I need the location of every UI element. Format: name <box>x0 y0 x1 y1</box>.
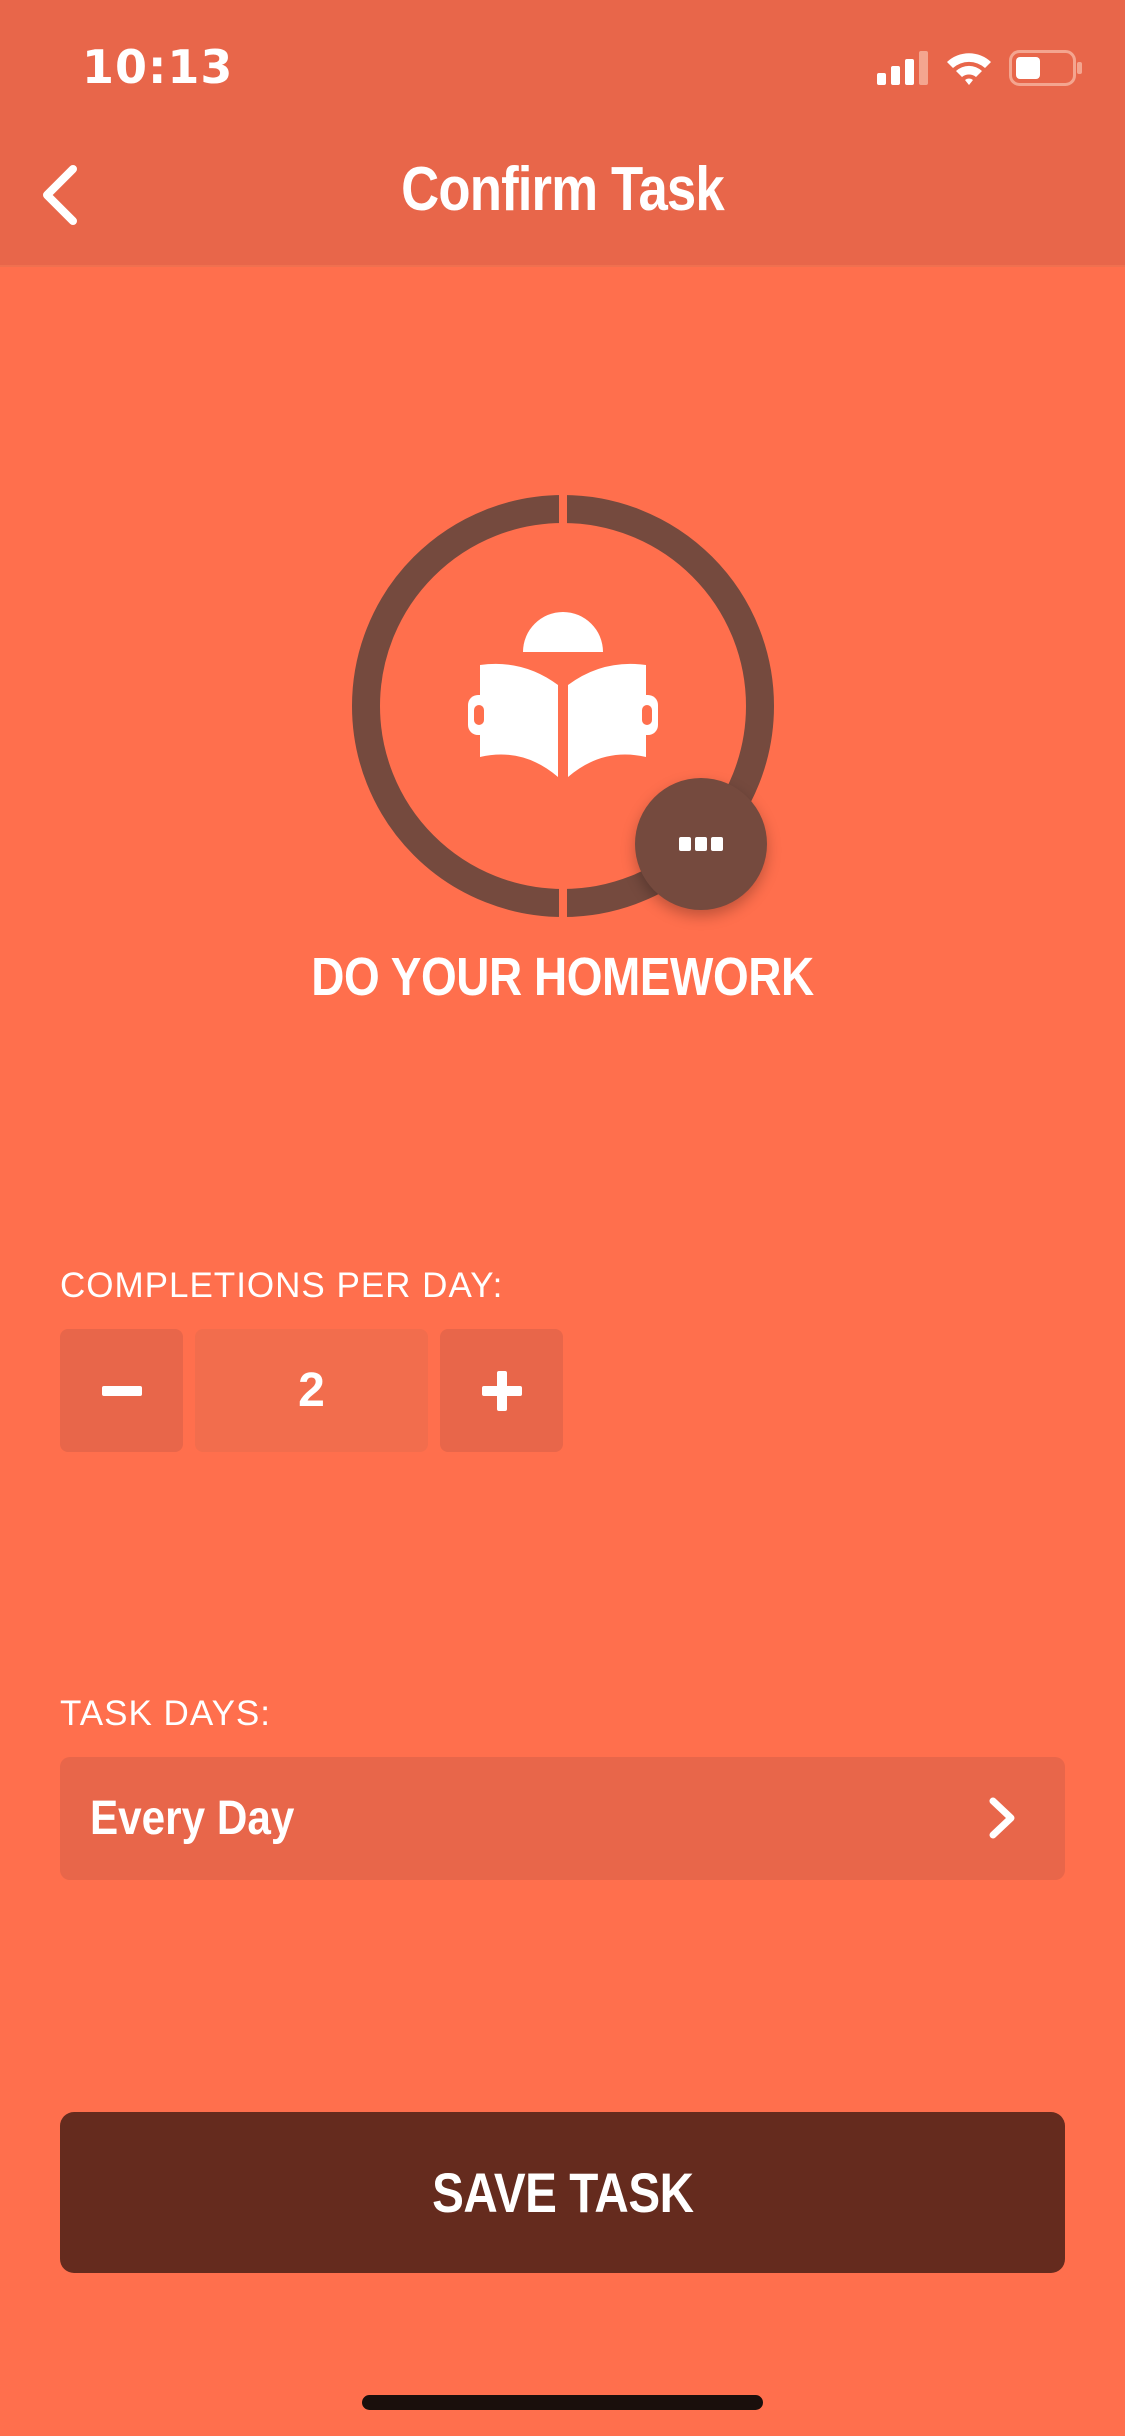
page-title: Confirm Task <box>401 155 725 224</box>
task-days-label: TASK DAYS: <box>60 1694 271 1733</box>
battery-icon <box>1009 50 1082 86</box>
reading-book-icon <box>468 612 658 777</box>
decrement-button[interactable] <box>60 1329 183 1452</box>
task-days-value: Every Day <box>90 1792 295 1845</box>
home-indicator <box>362 2395 763 2410</box>
completions-label: COMPLETIONS PER DAY: <box>60 1266 504 1305</box>
save-task-button[interactable]: SAVE TASK <box>60 2112 1065 2273</box>
plus-icon <box>481 1370 522 1411</box>
status-time: 10:13 <box>82 40 234 94</box>
increment-button[interactable] <box>440 1329 563 1452</box>
chevron-right-icon <box>989 1797 1015 1839</box>
cellular-signal-icon <box>877 51 928 85</box>
status-bar: 10:13 <box>0 0 1125 132</box>
task-days-selector[interactable]: Every Day <box>60 1757 1065 1880</box>
completions-value: 2 <box>195 1329 428 1452</box>
more-options-button[interactable] <box>635 778 767 910</box>
ellipsis-icon <box>679 837 723 851</box>
chevron-left-icon <box>43 165 77 225</box>
save-task-label: SAVE TASK <box>431 2161 694 2224</box>
nav-bar: Confirm Task <box>0 132 1125 267</box>
status-icons <box>877 48 1083 88</box>
minus-icon <box>101 1385 142 1396</box>
task-name: DO YOUR HOMEWORK <box>311 947 814 1007</box>
wifi-icon <box>947 53 991 85</box>
